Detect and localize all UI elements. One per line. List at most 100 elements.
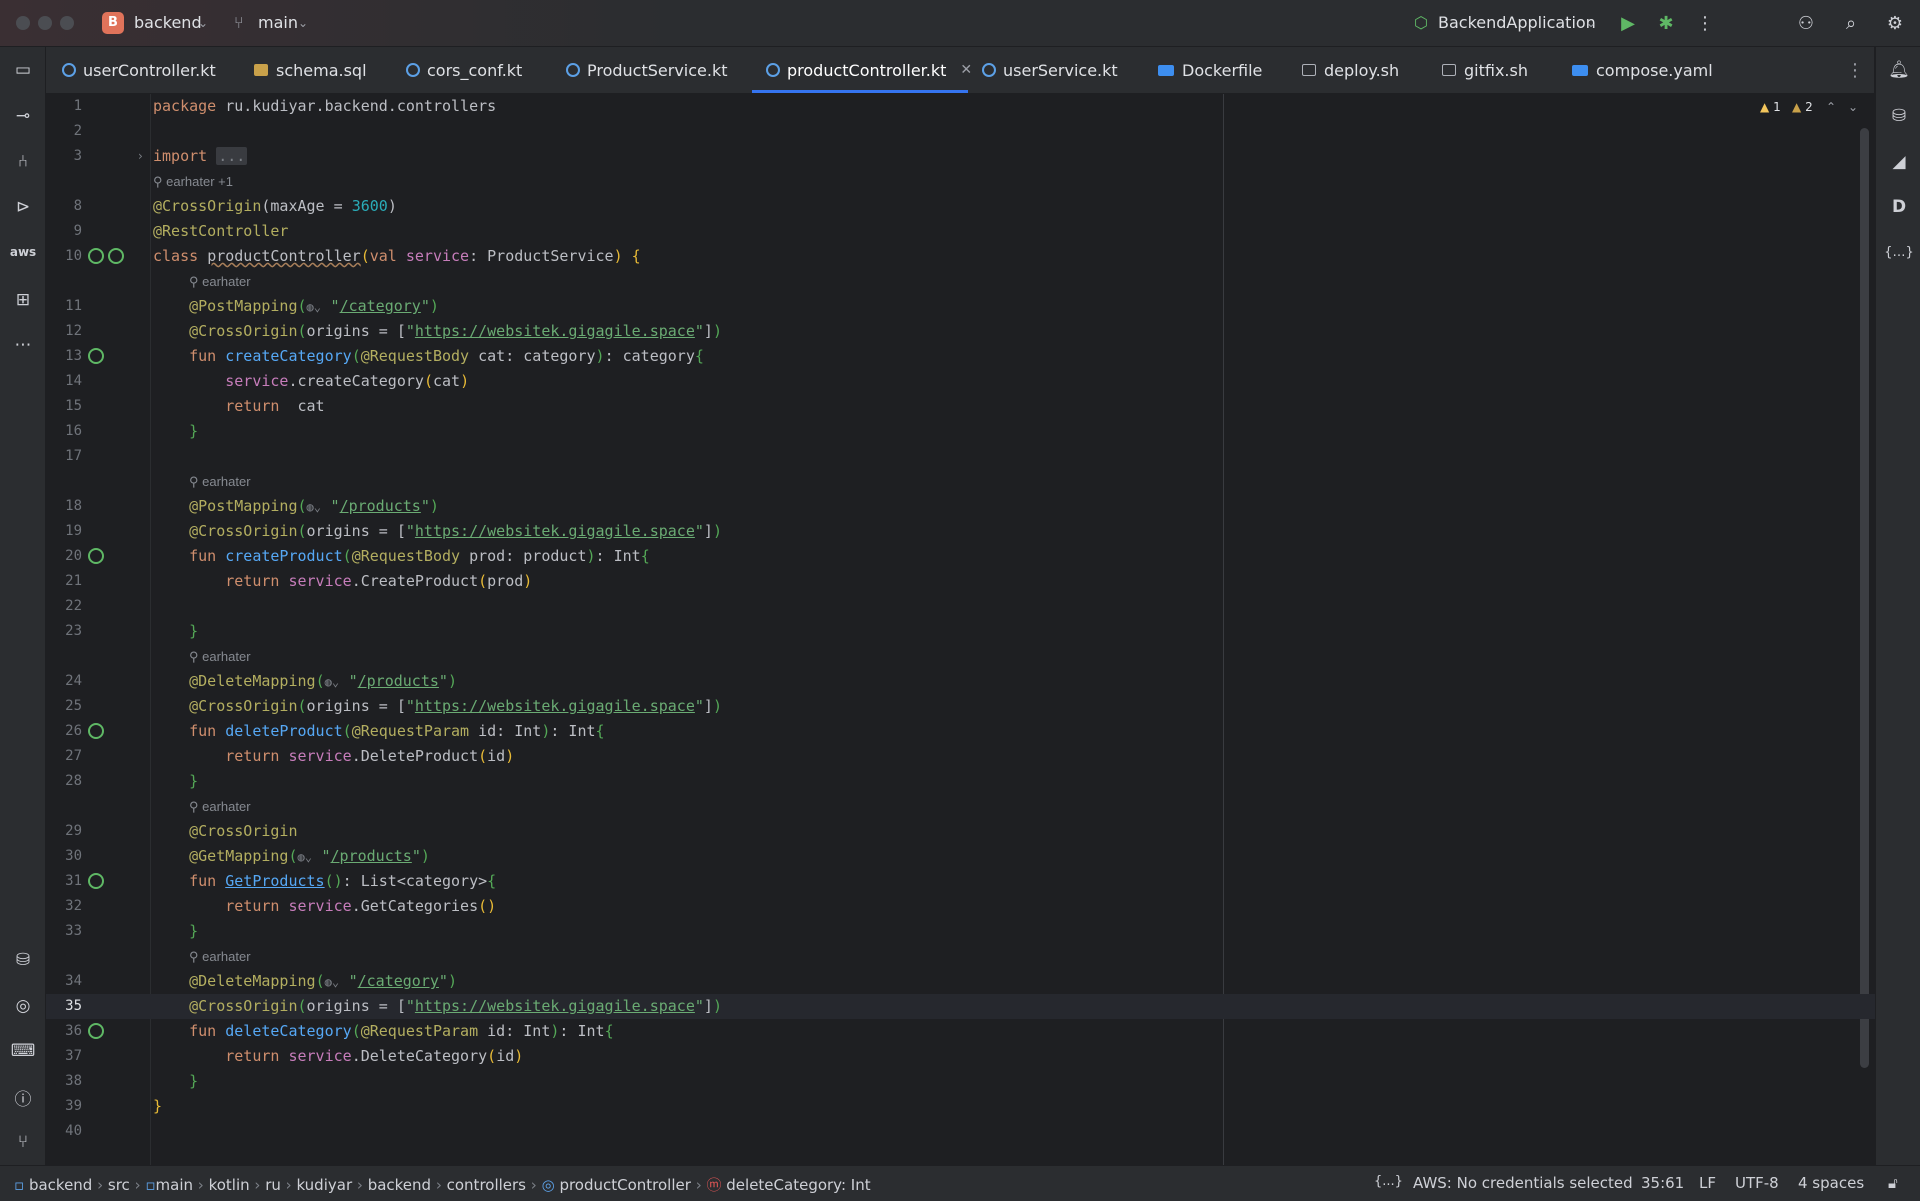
tab-gitfix[interactable]: gitfix.sh (1442, 47, 1528, 93)
line-number[interactable]: 33 (46, 919, 82, 944)
close-tab-icon[interactable]: ✕ (960, 62, 972, 78)
tab-productservice[interactable]: ProductService.kt (566, 47, 728, 93)
tab-dockerfile[interactable]: Dockerfile (1158, 47, 1262, 93)
line-number[interactable]: 39 (46, 1094, 82, 1119)
d-plugin-icon[interactable]: D (1886, 194, 1912, 220)
endpoints-gutter-icon[interactable] (108, 248, 124, 264)
deploy-icon[interactable]: ⊳ (10, 194, 36, 220)
line-number[interactable]: 18 (46, 494, 82, 519)
close-window-button[interactable] (16, 16, 30, 30)
line-number[interactable]: 21 (46, 569, 82, 594)
minimize-window-button[interactable] (38, 16, 52, 30)
globe-icon[interactable]: ◍⌄ (325, 970, 349, 995)
line-number[interactable]: 29 (46, 819, 82, 844)
add-user-icon[interactable]: ⚇ (1793, 10, 1819, 36)
author-hint-text[interactable]: ⚲ earhater +1 (153, 169, 233, 194)
line-number[interactable]: 34 (46, 969, 82, 994)
tab-cors-conf[interactable]: cors_conf.kt (406, 47, 522, 93)
line-number[interactable]: 19 (46, 519, 82, 544)
line-number[interactable]: 3 (46, 144, 82, 169)
tab-deploy[interactable]: deploy.sh (1302, 47, 1399, 93)
line-number[interactable]: 31 (46, 869, 82, 894)
line-number[interactable]: 10 (46, 244, 82, 269)
breadcrumb-item[interactable]: kudiyar (296, 1176, 352, 1194)
database-icon[interactable]: ⛁ (10, 947, 36, 973)
author-hint-text[interactable]: ⚲ earhater (189, 644, 251, 669)
breadcrumb-item[interactable]: main (156, 1176, 193, 1194)
debug-icon[interactable]: ✱ (1653, 10, 1679, 36)
aws-credentials-status[interactable]: AWS: No credentials selected (1413, 1174, 1633, 1192)
gear-icon[interactable]: ⚙ (1882, 10, 1908, 36)
database-icon[interactable]: ⛁ (1886, 103, 1912, 129)
line-number[interactable]: 16 (46, 419, 82, 444)
tab-compose[interactable]: compose.yaml (1572, 47, 1713, 93)
breadcrumb-item[interactable]: productController (559, 1176, 690, 1194)
notifications-icon[interactable]: 🔔︎ (1886, 57, 1912, 83)
breadcrumb-item[interactable]: kotlin (209, 1176, 250, 1194)
project-name[interactable]: backend (134, 13, 202, 32)
author-hint-text[interactable]: ⚲ earhater (189, 944, 251, 969)
terminal-icon[interactable]: ⌨ (10, 1038, 36, 1064)
line-number[interactable]: 1 (46, 94, 82, 119)
run-config-name[interactable]: BackendApplication (1438, 13, 1596, 32)
search-icon[interactable]: ⌕ (1838, 10, 1864, 36)
commit-icon[interactable]: ⊸ (10, 103, 36, 129)
json-status-icon[interactable]: {...} (1374, 1174, 1403, 1189)
breadcrumb-item[interactable]: controllers (447, 1176, 526, 1194)
pull-request-icon[interactable]: ⑃ (10, 149, 36, 175)
line-number[interactable]: 32 (46, 894, 82, 919)
line-number[interactable]: 36 (46, 1019, 82, 1044)
more-icon[interactable]: ⋮ (1692, 10, 1718, 36)
code-editor[interactable]: ▲ 1 ▲ 2 ⌃ ⌄ 1 package ru.kudiyar.backend… (46, 94, 1875, 1165)
line-number[interactable]: 2 (46, 119, 82, 144)
author-hint-text[interactable]: ⚲ earhater (189, 469, 251, 494)
tab-usercontroller[interactable]: userController.kt (62, 47, 216, 93)
line-number[interactable]: 40 (46, 1119, 82, 1144)
chevron-down-icon[interactable]: ⌄ (1586, 16, 1596, 30)
line-number[interactable]: 30 (46, 844, 82, 869)
endpoint-gutter-icon[interactable] (88, 723, 104, 739)
line-number[interactable]: 22 (46, 594, 82, 619)
breadcrumb-item[interactable]: src (108, 1176, 130, 1194)
file-encoding[interactable]: UTF-8 (1735, 1174, 1779, 1192)
line-number[interactable]: 23 (46, 619, 82, 644)
more-tools-icon[interactable]: ⋯ (10, 332, 36, 358)
run-icon[interactable]: ▶ (1615, 10, 1641, 36)
aws-icon[interactable]: aws (10, 239, 36, 265)
bean-gutter-icon[interactable] (88, 248, 104, 264)
tab-schema[interactable]: schema.sql (254, 47, 367, 93)
indent-setting[interactable]: 4 spaces (1798, 1174, 1864, 1192)
line-number[interactable]: 38 (46, 1069, 82, 1094)
author-hint-text[interactable]: ⚲ earhater (189, 269, 251, 294)
line-number[interactable]: 37 (46, 1044, 82, 1069)
services-icon[interactable]: ◎ (10, 993, 36, 1019)
breadcrumb-item[interactable]: deleteCategory: Int (726, 1176, 870, 1194)
endpoint-gutter-icon[interactable] (88, 1023, 104, 1039)
line-number[interactable]: 17 (46, 444, 82, 469)
project-badge[interactable]: B (102, 12, 124, 34)
line-number[interactable]: 13 (46, 344, 82, 369)
breadcrumb-item[interactable]: backend (368, 1176, 431, 1194)
line-number[interactable]: 20 (46, 544, 82, 569)
line-number[interactable]: 15 (46, 394, 82, 419)
chevron-down-icon[interactable]: ⌄ (198, 16, 208, 30)
fold-chevron-icon[interactable]: › (138, 144, 143, 169)
globe-icon[interactable]: ◍⌄ (307, 495, 331, 520)
line-number[interactable]: 28 (46, 769, 82, 794)
folder-icon[interactable]: ▭ (10, 57, 36, 83)
line-number[interactable]: 24 (46, 669, 82, 694)
line-number[interactable]: 26 (46, 719, 82, 744)
line-number[interactable]: 9 (46, 219, 82, 244)
endpoint-gutter-icon[interactable] (88, 548, 104, 564)
structure-icon[interactable]: ⊞ (10, 287, 36, 313)
json-icon[interactable]: {…} (1884, 239, 1914, 265)
caret-position[interactable]: 35:61 (1641, 1174, 1684, 1192)
line-number[interactable]: 11 (46, 294, 82, 319)
git-icon[interactable]: ⑂ (10, 1129, 36, 1155)
chevron-down-icon[interactable]: ⌄ (298, 16, 308, 30)
tab-options-icon[interactable]: ⋮ (1846, 47, 1864, 93)
problems-icon[interactable]: ⓘ (10, 1084, 36, 1110)
tab-userservice[interactable]: userService.kt (982, 47, 1118, 93)
line-number[interactable]: 8 (46, 194, 82, 219)
line-number[interactable]: 12 (46, 319, 82, 344)
